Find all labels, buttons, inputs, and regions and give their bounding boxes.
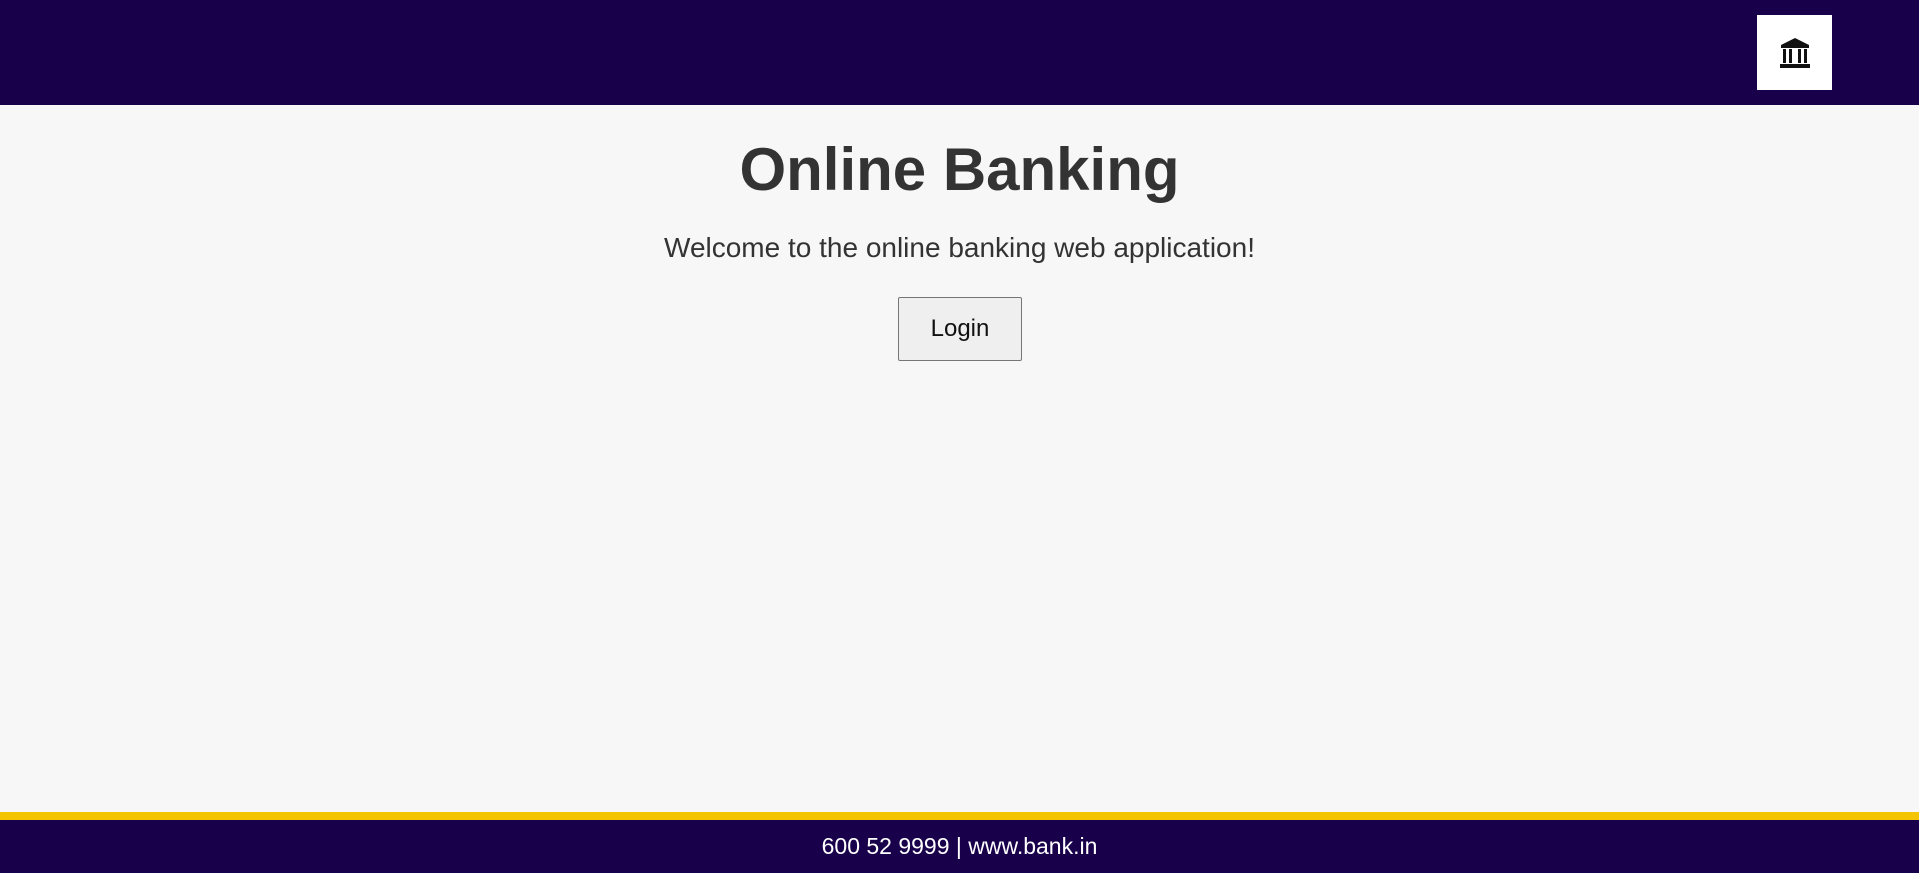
bank-logo[interactable] <box>1757 15 1832 90</box>
page-title: Online Banking <box>739 136 1180 203</box>
login-button[interactable]: Login <box>898 297 1022 361</box>
header-bar <box>0 0 1919 105</box>
bank-building-icon <box>1779 37 1810 68</box>
footer-contact: 600 52 9999 | www.bank.in <box>821 833 1098 859</box>
footer-accent-stripe <box>0 812 1919 820</box>
footer-bar: 600 52 9999 | www.bank.in <box>0 820 1919 873</box>
welcome-message: Welcome to the online banking web applic… <box>664 232 1255 263</box>
